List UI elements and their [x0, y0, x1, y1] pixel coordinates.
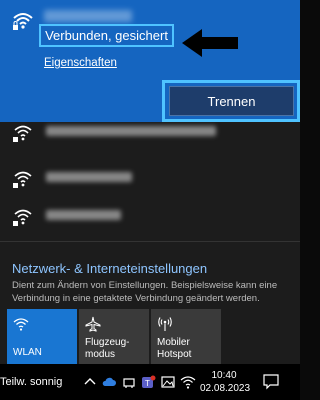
network-name-redacted	[46, 172, 132, 182]
taskbar: Teilw. sonnig T 10:40 02.08.2023	[0, 364, 300, 400]
clock[interactable]: 10:40 02.08.2023	[200, 369, 251, 395]
wifi-icon[interactable]	[180, 374, 196, 390]
wlan-label: WLAN	[13, 347, 42, 358]
hotspot-label: Mobiler	[157, 337, 190, 348]
flight-mode-label-2: modus	[85, 349, 116, 360]
clock-time: 10:40	[211, 370, 237, 381]
network-flyout: Verbunden, gesichert Eigenschaften Trenn…	[0, 0, 300, 364]
weather-widget[interactable]: Teilw. sonnig	[0, 376, 62, 388]
airplane-icon	[85, 316, 101, 332]
network-settings-link[interactable]: Netzwerk- & Interneteinstellungen	[12, 261, 207, 276]
image-app-icon[interactable]	[160, 374, 176, 390]
hotspot-label-2: Hotspot	[157, 349, 192, 360]
cloud-icon[interactable]	[101, 374, 117, 390]
connection-status: Verbunden, gesichert	[45, 28, 168, 43]
divider	[0, 241, 300, 242]
wifi-secured-icon	[13, 171, 32, 188]
wifi-secured-icon	[13, 13, 33, 30]
hotspot-icon	[158, 317, 172, 331]
mobile-hotspot-tile[interactable]: Mobiler Hotspot	[151, 309, 221, 364]
clock-date: 02.08.2023	[200, 383, 251, 394]
wifi-icon	[13, 318, 29, 331]
notification-icon[interactable]	[262, 373, 280, 391]
properties-link[interactable]: Eigenschaften	[44, 57, 117, 69]
connected-network-panel[interactable]: Verbunden, gesichert Eigenschaften Trenn…	[0, 0, 300, 122]
connection-status-highlight: Verbunden, gesichert	[39, 24, 174, 47]
teams-icon[interactable]: T	[140, 374, 156, 390]
flight-mode-tile[interactable]: Flugzeug- modus	[79, 309, 149, 364]
network-list-item[interactable]	[0, 157, 300, 199]
network-list-item[interactable]	[0, 195, 300, 237]
wifi-secured-icon	[13, 209, 32, 226]
pointer-arrow	[182, 29, 238, 57]
wlan-tile[interactable]: WLAN	[7, 309, 77, 364]
usb-device-icon[interactable]	[121, 374, 137, 390]
wifi-secured-icon	[13, 125, 32, 142]
flight-mode-label: Flugzeug-	[85, 337, 130, 348]
network-name-redacted	[46, 210, 121, 220]
network-settings-description: Dient zum Ändern von Einstellungen. Beis…	[12, 280, 278, 304]
network-name-redacted	[44, 10, 132, 22]
chevron-up-icon[interactable]	[82, 374, 98, 390]
network-list-item[interactable]	[0, 111, 300, 153]
svg-text:T: T	[145, 379, 150, 388]
network-name-redacted	[46, 126, 216, 136]
